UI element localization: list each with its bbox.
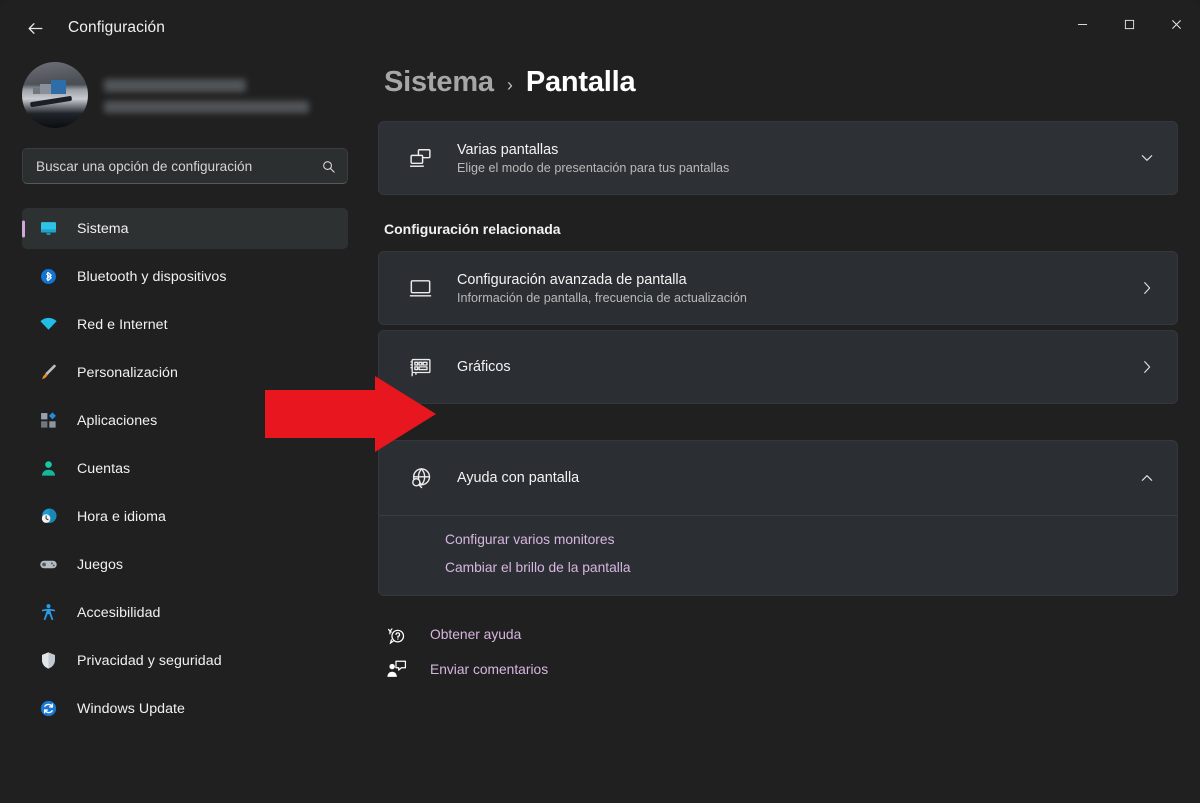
chevron-down-icon[interactable] <box>1139 150 1155 166</box>
profile-text <box>104 77 309 113</box>
sidebar-item-label: Bluetooth y dispositivos <box>77 268 227 285</box>
back-button[interactable] <box>18 11 52 45</box>
close-icon <box>1172 19 1181 29</box>
multiple-displays-text: Varias pantallas Elige el modo de presen… <box>457 142 1139 175</box>
bluetooth-icon <box>35 266 61 288</box>
help-link-configurar-varios-monitores[interactable]: Configurar varios monitores <box>445 532 1177 547</box>
related-settings-title: Configuración relacionada <box>384 221 561 237</box>
profile-email-redacted <box>104 101 309 113</box>
multiple-displays-card[interactable]: Varias pantallas Elige el modo de presen… <box>378 121 1178 195</box>
advanced-display-card[interactable]: Configuración avanzada de pantalla Infor… <box>378 251 1178 325</box>
sidebar-item-bluetooth[interactable]: Bluetooth y dispositivos <box>22 256 348 297</box>
sidebar-item-personalizacion[interactable]: Personalización <box>22 352 348 393</box>
display-help-header[interactable]: Ayuda con pantalla <box>379 441 1177 515</box>
sidebar-item-hora-idioma[interactable]: Hora e idioma <box>22 496 348 537</box>
sidebar-item-label: Juegos <box>77 556 124 573</box>
window-controls <box>1059 0 1200 48</box>
window-body: Sistema Bluetooth y dispositivos <box>0 56 1200 803</box>
display-help-group: Ayuda con pantalla Configurar varios mon… <box>378 440 1178 596</box>
chevron-right-icon[interactable] <box>1139 280 1155 296</box>
footer-link-label: Enviar comentarios <box>430 662 549 677</box>
app-title: Configuración <box>68 19 165 36</box>
card-subtitle: Elige el modo de presentación para tus p… <box>457 160 730 175</box>
chevron-up-icon[interactable] <box>1139 470 1155 486</box>
advanced-display-text: Configuración avanzada de pantalla Infor… <box>457 272 1139 305</box>
card-title: Varias pantallas <box>457 141 559 158</box>
maximize-button[interactable] <box>1106 0 1153 48</box>
user-profile[interactable] <box>22 56 348 148</box>
help-question-icon <box>384 624 408 645</box>
sidebar-item-label: Hora e idioma <box>77 508 166 525</box>
monitor-icon <box>35 218 61 240</box>
breadcrumb-separator: › <box>506 75 513 95</box>
close-button[interactable] <box>1153 0 1200 48</box>
arrow-left-icon <box>28 22 42 34</box>
settings-window: Configuración Buscar una opción de confi… <box>0 0 1200 803</box>
sidebar-item-label: Aplicaciones <box>77 412 158 429</box>
multiple-monitors-icon <box>403 146 437 171</box>
card-title: Ayuda con pantalla <box>457 470 580 486</box>
sidebar-item-red-internet[interactable]: Red e Internet <box>22 304 348 345</box>
sidebar-item-accesibilidad[interactable]: Accesibilidad <box>22 592 348 633</box>
user-avatar-photo <box>22 62 88 128</box>
main-content: Sistema › Pantalla Varias pantallas Elig… <box>366 56 1200 803</box>
paintbrush-icon <box>35 362 61 384</box>
sidebar-item-label: Privacidad y seguridad <box>77 652 222 669</box>
help-link-cambiar-brillo[interactable]: Cambiar el brillo de la pantalla <box>445 560 1177 575</box>
sidebar-item-label: Sistema <box>77 220 129 237</box>
sidebar-item-label: Cuentas <box>77 460 131 477</box>
apps-icon <box>35 410 61 432</box>
sidebar-item-sistema[interactable]: Sistema <box>22 208 348 249</box>
update-refresh-icon <box>35 698 61 720</box>
send-feedback-link[interactable]: Enviar comentarios <box>384 659 1178 680</box>
chevron-right-icon[interactable] <box>1139 359 1155 375</box>
account-icon <box>35 458 61 480</box>
profile-name-redacted <box>104 79 246 92</box>
sidebar-item-label: Accesibilidad <box>77 604 161 621</box>
search-icon <box>321 159 336 174</box>
display-help-text: Ayuda con pantalla <box>457 470 1139 486</box>
graphics-card-text: Gráficos <box>457 359 1139 375</box>
minimize-icon <box>1077 23 1088 25</box>
search-box[interactable] <box>22 148 348 184</box>
minimize-button[interactable] <box>1059 0 1106 48</box>
sidebar-item-windows-update[interactable]: Windows Update <box>22 688 348 729</box>
avatar-detail-monitor <box>51 80 66 94</box>
feedback-icon <box>384 659 408 680</box>
footer-links: Obtener ayuda Enviar comentarios <box>378 596 1178 680</box>
wifi-icon <box>35 314 61 336</box>
footer-link-label: Obtener ayuda <box>430 627 522 642</box>
sidebar-item-label: Personalización <box>77 364 178 381</box>
avatar <box>22 62 88 128</box>
title-bar: Configuración <box>0 0 1200 56</box>
breadcrumb: Sistema › Pantalla <box>378 56 1178 121</box>
page-title: Pantalla <box>525 66 636 98</box>
sidebar: Sistema Bluetooth y dispositivos <box>0 56 366 803</box>
breadcrumb-parent[interactable]: Sistema <box>384 66 494 99</box>
card-title: Gráficos <box>457 359 511 375</box>
card-subtitle: Información de pantalla, frecuencia de a… <box>457 290 747 305</box>
sidebar-item-label: Windows Update <box>77 700 185 717</box>
sidebar-item-privacidad-seguridad[interactable]: Privacidad y seguridad <box>22 640 348 681</box>
graphics-card-row[interactable]: Gráficos <box>378 330 1178 404</box>
sidebar-item-juegos[interactable]: Juegos <box>22 544 348 585</box>
sidebar-nav: Sistema Bluetooth y dispositivos Red e I… <box>22 208 348 736</box>
graphics-card-icon <box>403 355 437 380</box>
search-input[interactable] <box>36 158 321 174</box>
clock-globe-icon <box>35 506 61 528</box>
maximize-icon <box>1124 19 1135 29</box>
related-settings-list: Configuración avanzada de pantalla Infor… <box>378 251 1178 404</box>
display-help-links: Configurar varios monitores Cambiar el b… <box>379 515 1177 595</box>
gamepad-icon <box>35 554 61 576</box>
display-icon <box>403 276 437 301</box>
sidebar-item-cuentas[interactable]: Cuentas <box>22 448 348 489</box>
sidebar-item-label: Red e Internet <box>77 316 168 333</box>
accessibility-icon <box>35 602 61 624</box>
shield-icon <box>35 650 61 672</box>
card-title: Configuración avanzada de pantalla <box>457 271 687 288</box>
globe-search-icon <box>403 466 437 491</box>
get-help-link[interactable]: Obtener ayuda <box>384 624 1178 645</box>
sidebar-item-aplicaciones[interactable]: Aplicaciones <box>22 400 348 441</box>
